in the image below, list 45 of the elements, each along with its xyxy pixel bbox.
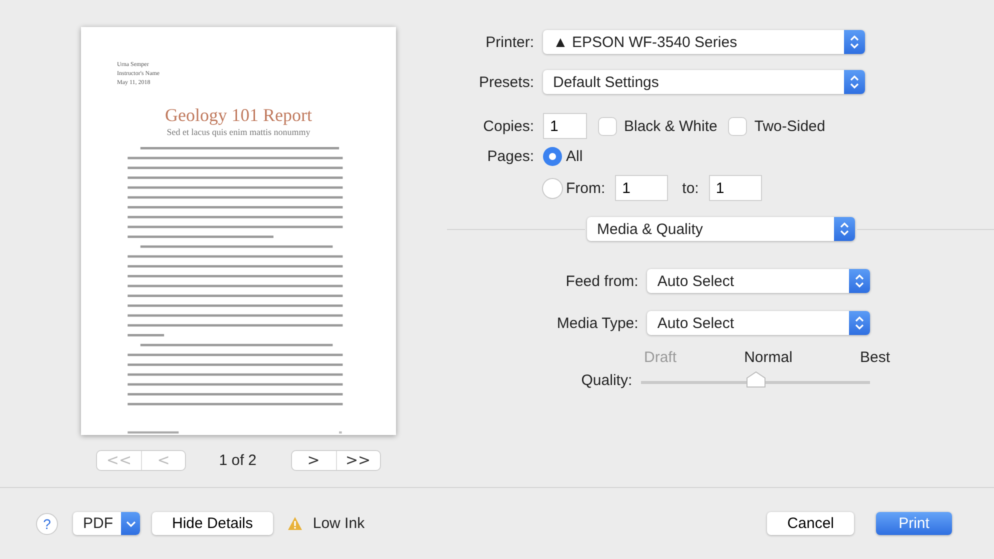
checkbox[interactable] [599, 118, 616, 134]
stepper-icon [844, 30, 865, 54]
quality-label: Quality: [580, 372, 634, 388]
from-field[interactable]: 1 [615, 175, 668, 201]
copies-field[interactable]: 1 [543, 113, 587, 139]
checkbox-label: Black & White [624, 118, 718, 134]
to-field[interactable]: 1 [708, 175, 762, 201]
hide-details-button[interactable]: Hide Details [152, 512, 273, 535]
last-page-button[interactable]: >> [336, 451, 380, 470]
radio-label: From: [566, 180, 606, 196]
warning-icon [286, 516, 303, 531]
tick-label: Draft [644, 349, 677, 366]
radio-label: All [566, 148, 583, 165]
help-button[interactable]: ? [36, 512, 58, 534]
checkbox-label: Two-Sided [754, 118, 826, 134]
field-label: Feed from: [564, 272, 640, 290]
copies-label: Copies: [482, 118, 535, 134]
stepper-icon [834, 217, 855, 241]
tick-label: Normal [744, 349, 792, 366]
pdf-menu-button[interactable]: PDF [73, 512, 140, 535]
next-page-button[interactable]: > [292, 451, 336, 470]
status-text: Low Ink [312, 515, 365, 532]
tick-label: Best [860, 349, 890, 366]
stepper-icon [844, 70, 865, 94]
document-title: Geology 101 Report [165, 105, 312, 126]
radio-button[interactable] [543, 178, 562, 198]
checkbox[interactable] [729, 118, 746, 134]
printer-dropdown[interactable]: ▲ EPSON WF-3540 Series [543, 30, 865, 54]
stepper-icon [849, 269, 870, 293]
field-label: Media Type: [556, 314, 640, 332]
slider-thumb[interactable] [746, 371, 766, 388]
printer-label: Printer: [484, 34, 535, 50]
page-indicator: 1 of 2 [219, 452, 257, 469]
radio-button[interactable] [543, 147, 562, 166]
caret-icon [121, 512, 140, 535]
presets-label: Presets: [478, 74, 535, 90]
presets-dropdown[interactable]: Default Settings [543, 70, 865, 94]
cancel-button[interactable]: Cancel [767, 512, 854, 535]
stepper-icon [849, 311, 870, 335]
pages-label: Pages: [486, 148, 535, 165]
option-dropdown[interactable]: Auto Select [647, 269, 870, 293]
document-subtitle: Sed et lacus quis enim mattis nonummy [166, 127, 310, 137]
to-label: to: [682, 180, 699, 196]
option-dropdown[interactable]: Auto Select [647, 311, 870, 335]
panel-dropdown[interactable]: Media & Quality [587, 217, 855, 241]
